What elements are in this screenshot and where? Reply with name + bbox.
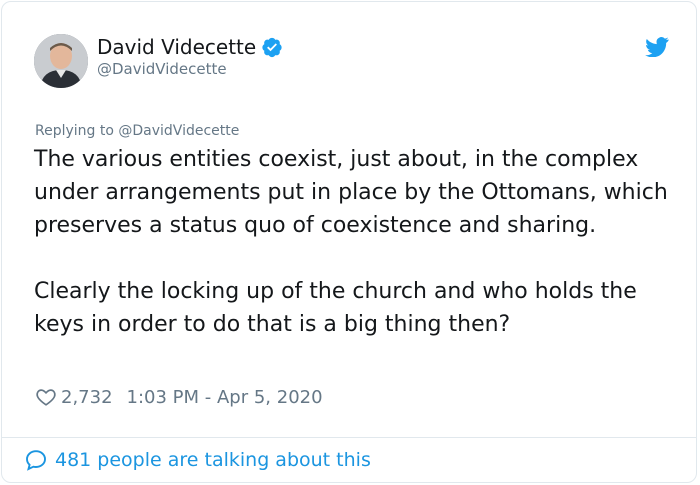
tweet-meta: 2,732 1:03 PM - Apr 5, 2020 [35, 386, 323, 408]
replying-target-link[interactable]: @DavidVidecette [118, 123, 239, 139]
heart-icon[interactable] [35, 386, 57, 408]
replying-prefix: Replying to [35, 123, 114, 139]
twitter-bird-icon[interactable] [645, 37, 669, 58]
author-handle[interactable]: @DavidVidecette [97, 60, 227, 78]
verified-badge-icon [261, 36, 283, 58]
conversation-link[interactable]: 481 people are talking about this [24, 448, 371, 472]
divider [2, 437, 696, 438]
tweet-card: David Videcette @DavidVidecette Replying… [1, 1, 697, 483]
tweet-timestamp[interactable]: 1:03 PM - Apr 5, 2020 [127, 387, 323, 408]
talking-count[interactable]: 481 people are talking about this [55, 449, 371, 471]
like-count[interactable]: 2,732 [61, 387, 113, 408]
avatar-image [34, 34, 88, 88]
tweet-paragraph: The various entities coexist, just about… [34, 147, 668, 238]
avatar[interactable] [34, 34, 88, 88]
tweet-text: The various entities coexist, just about… [34, 143, 674, 341]
tweet-paragraph: Clearly the locking up of the church and… [34, 279, 637, 337]
author-name[interactable]: David Videcette [97, 35, 256, 59]
author-name-row[interactable]: David Videcette [97, 35, 283, 59]
speech-bubble-icon [24, 448, 48, 472]
replying-to: Replying to @DavidVidecette [35, 123, 239, 139]
